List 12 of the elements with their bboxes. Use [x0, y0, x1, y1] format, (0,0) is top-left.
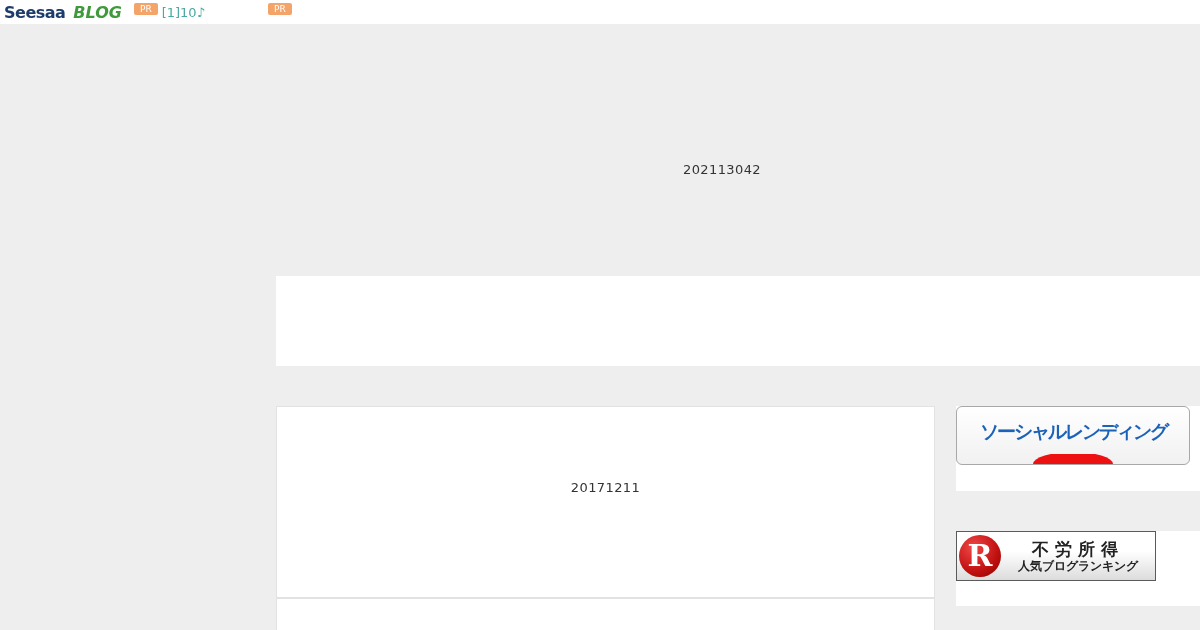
date-heading: 20171211 [570, 480, 641, 495]
banner[interactable]: R 不労所得 人気ブログランキング [956, 531, 1156, 581]
pr-badge: PR [134, 3, 158, 15]
semicircle-icon [1033, 454, 1113, 464]
blog-title: 202113042 [682, 162, 761, 177]
ranking-logo: R [959, 535, 1001, 577]
banner-subtitle: 人気ブログランキング [1018, 558, 1138, 574]
site-logo[interactable]: Seesaa BLOG [0, 2, 134, 22]
banner[interactable]: ソーシャルレンディング [956, 406, 1190, 465]
banner-title: ソーシャルレンディング [979, 419, 1167, 443]
pr-badge: PR [268, 3, 292, 15]
banner-title: 不労所得 [1032, 538, 1124, 559]
